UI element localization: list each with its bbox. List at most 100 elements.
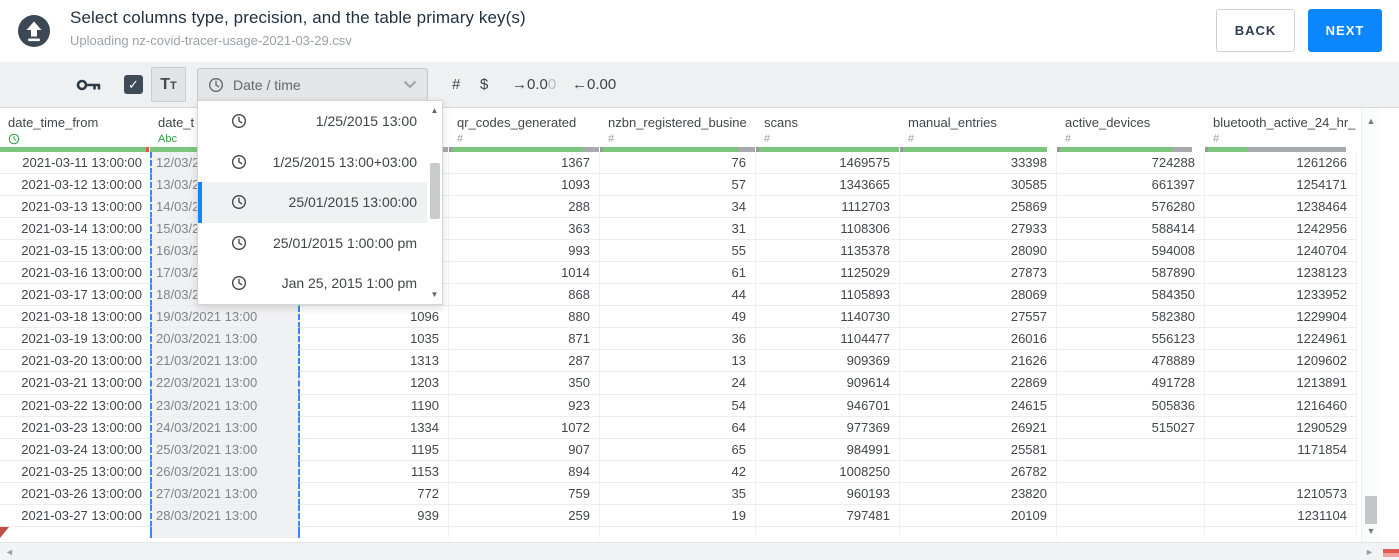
table-cell[interactable]: 939 — [300, 504, 449, 527]
table-cell[interactable]: 22/03/2021 13:00 — [150, 372, 300, 395]
table-cell[interactable]: 588414 — [1057, 218, 1205, 241]
table-cell[interactable]: 36 — [600, 328, 756, 351]
table-cell[interactable]: 26921 — [900, 416, 1057, 439]
column-header-nzbn_registered_busine[interactable]: nzbn_registered_busine # — [600, 108, 756, 152]
table-cell[interactable]: 894 — [449, 460, 600, 483]
scroll-down-icon[interactable]: ▼ — [427, 290, 442, 299]
table-cell[interactable] — [1205, 460, 1357, 483]
table-cell[interactable]: 1242956 — [1205, 218, 1357, 241]
table-cell[interactable]: 1469575 — [756, 152, 900, 175]
table-cell[interactable]: 2021-03-22 13:00:00 — [0, 395, 150, 417]
table-cell[interactable]: 64 — [600, 416, 756, 439]
table-cell[interactable]: 1224961 — [1205, 328, 1357, 351]
table-cell[interactable]: 13 — [600, 350, 756, 373]
table-cell[interactable]: 759 — [449, 482, 600, 505]
column-header-bluetooth_active_24_hr_[interactable]: bluetooth_active_24_hr_ # — [1205, 108, 1357, 152]
table-cell[interactable]: 1104477 — [756, 328, 900, 351]
table-cell[interactable]: 24615 — [900, 394, 1057, 417]
table-cell[interactable]: 923 — [449, 394, 600, 417]
table-cell[interactable]: 1125029 — [756, 262, 900, 285]
table-cell[interactable] — [756, 526, 900, 538]
table-cell[interactable] — [1057, 504, 1205, 527]
table-cell[interactable]: 287 — [449, 350, 600, 373]
table-cell[interactable]: 1334 — [300, 416, 449, 439]
date-format-option[interactable]: 1/25/2015 13:00+03:00 — [198, 142, 427, 183]
table-cell[interactable]: 871 — [449, 328, 600, 351]
table-cell[interactable]: 55 — [600, 240, 756, 263]
table-cell[interactable]: 582380 — [1057, 306, 1205, 329]
table-cell[interactable] — [1057, 438, 1205, 461]
table-cell[interactable]: 797481 — [756, 504, 900, 527]
table-cell[interactable]: 880 — [449, 306, 600, 329]
column-header-qr_codes_generated[interactable]: qr_codes_generated # — [449, 108, 600, 152]
table-cell[interactable]: 49 — [600, 306, 756, 329]
table-cell[interactable]: 1171854 — [1205, 438, 1357, 461]
decrease-precision-button[interactable]: →0.00 — [512, 62, 556, 107]
table-cell[interactable]: 20109 — [900, 504, 1057, 527]
table-cell[interactable]: 2021-03-18 13:00:00 — [0, 306, 150, 329]
table-cell[interactable]: 26782 — [900, 460, 1057, 483]
table-cell[interactable] — [1057, 482, 1205, 505]
table-cell[interactable]: 35 — [600, 482, 756, 505]
table-cell[interactable]: 478889 — [1057, 350, 1205, 373]
table-cell[interactable]: 24/03/2021 13:00 — [150, 416, 300, 439]
table-cell[interactable]: 868 — [449, 284, 600, 307]
table-cell[interactable]: 350 — [449, 372, 600, 395]
table-cell[interactable] — [449, 526, 600, 538]
table-cell[interactable] — [300, 526, 449, 538]
table-cell[interactable]: 1096 — [300, 306, 449, 329]
table-cell[interactable]: 909614 — [756, 372, 900, 395]
table-cell[interactable]: 491728 — [1057, 372, 1205, 395]
table-cell[interactable]: 1238464 — [1205, 196, 1357, 219]
table-cell[interactable]: 1140730 — [756, 306, 900, 329]
table-cell[interactable]: 907 — [449, 438, 600, 461]
table-cell[interactable]: 1290529 — [1205, 416, 1357, 439]
table-cell[interactable]: 19 — [600, 504, 756, 527]
table-cell[interactable]: 556123 — [1057, 328, 1205, 351]
table-cell[interactable]: 2021-03-17 13:00:00 — [0, 284, 150, 307]
table-cell[interactable]: 65 — [600, 438, 756, 461]
table-cell[interactable]: 27557 — [900, 306, 1057, 329]
table-cell[interactable]: 1108306 — [756, 218, 900, 241]
table-cell[interactable]: 1238123 — [1205, 262, 1357, 285]
table-cell[interactable]: 27933 — [900, 218, 1057, 241]
table-cell[interactable]: 1093 — [449, 174, 600, 197]
table-cell[interactable]: 31 — [600, 218, 756, 241]
scroll-up-icon[interactable]: ▲ — [427, 106, 442, 115]
table-cell[interactable]: 24 — [600, 372, 756, 395]
table-cell[interactable]: 2021-03-26 13:00:00 — [0, 483, 150, 505]
table-cell[interactable]: 724288 — [1057, 152, 1205, 175]
scroll-right-icon[interactable]: ► — [1365, 543, 1374, 560]
dropdown-scrollbar[interactable]: ▲ ▼ — [427, 101, 442, 304]
column-header-date_time_from[interactable]: date_time_from — [0, 108, 150, 152]
table-cell[interactable]: 977369 — [756, 416, 900, 439]
back-button[interactable]: BACK — [1216, 9, 1295, 52]
table-cell[interactable]: 2021-03-21 13:00:00 — [0, 372, 150, 395]
table-cell[interactable]: 1213891 — [1205, 372, 1357, 395]
table-cell[interactable]: 984991 — [756, 438, 900, 461]
table-cell[interactable]: 2021-03-27 13:00:00 — [0, 505, 150, 527]
table-cell[interactable] — [150, 526, 300, 538]
vertical-scrollbar[interactable]: ▲ ▼ — [1361, 108, 1380, 542]
table-cell[interactable]: 76 — [600, 152, 756, 175]
table-cell[interactable]: 2021-03-19 13:00:00 — [0, 328, 150, 351]
table-cell[interactable]: 1367 — [449, 152, 600, 175]
table-cell[interactable]: 1008250 — [756, 460, 900, 483]
table-cell[interactable]: 363 — [449, 218, 600, 241]
table-cell[interactable]: 1190 — [300, 394, 449, 417]
table-cell[interactable]: 21/03/2021 13:00 — [150, 350, 300, 373]
table-cell[interactable]: 1343665 — [756, 174, 900, 197]
integer-type-button[interactable]: # — [452, 62, 460, 107]
table-cell[interactable]: 2021-03-13 13:00:00 — [0, 196, 150, 219]
table-cell[interactable]: 26/03/2021 13:00 — [150, 460, 300, 483]
table-cell[interactable]: 1135378 — [756, 240, 900, 263]
column-header-scans[interactable]: scans # — [756, 108, 900, 152]
table-cell[interactable]: 30585 — [900, 174, 1057, 197]
table-cell[interactable]: 23820 — [900, 482, 1057, 505]
date-format-option-selected[interactable]: 25/01/2015 13:00:00 — [198, 182, 427, 223]
date-format-option[interactable]: 25/01/2015 1:00:00 pm — [198, 223, 427, 264]
text-type-button[interactable]: TT — [151, 67, 186, 102]
vertical-scrollbar-thumb[interactable] — [1365, 496, 1377, 524]
table-cell[interactable]: 515027 — [1057, 416, 1205, 439]
table-cell[interactable]: 61 — [600, 262, 756, 285]
